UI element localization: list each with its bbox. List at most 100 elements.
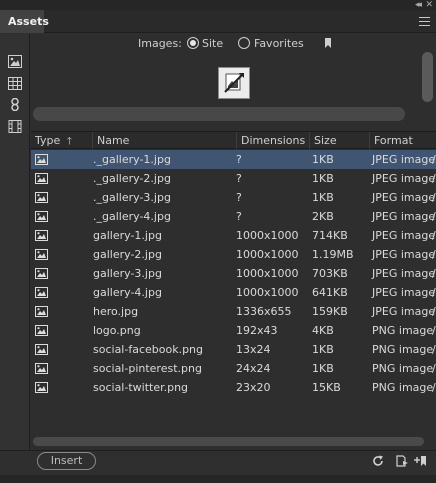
table-row[interactable]: social-pinterest.png 24x24 1KB PNG image / [31, 359, 436, 378]
colors-category-icon[interactable] [8, 77, 22, 90]
cell-path-overflow: / [432, 229, 436, 242]
cell-format: PNG image [372, 324, 434, 337]
cell-dimensions: ? [236, 172, 242, 185]
cell-format: JPEG image [372, 286, 436, 299]
table-row[interactable]: social-facebook.png 13x24 1KB PNG image / [31, 340, 436, 359]
cell-size: 4KB [312, 324, 334, 337]
cell-path-overflow: / [432, 362, 436, 375]
add-to-favorites-icon[interactable] [414, 455, 426, 467]
panel-menu-icon[interactable] [419, 17, 430, 26]
close-panel-icon[interactable]: ✕ [425, 0, 433, 10]
cell-size: 703KB [312, 267, 348, 280]
column-header-name[interactable]: Name [92, 132, 236, 149]
image-file-icon [35, 344, 48, 355]
cell-dimensions: 1000x1000 [236, 286, 299, 299]
cell-name: gallery-2.jpg [93, 248, 162, 261]
collapse-panel-icon[interactable]: ◂◂ [415, 0, 422, 10]
cell-dimensions: ? [236, 153, 242, 166]
cell-format: JPEG image [372, 210, 436, 223]
insert-button[interactable]: Insert [37, 452, 96, 470]
table-row[interactable]: ._gallery-3.jpg? 1KB JPEG image / [31, 188, 436, 207]
cell-name: ._gallery-1.jpg [93, 153, 171, 166]
column-header-type[interactable]: Type 🡑 [31, 132, 92, 149]
cell-name: ._gallery-2.jpg [93, 172, 171, 185]
cell-path-overflow: / [432, 286, 436, 299]
table-row[interactable]: logo.png 192x43 4KB PNG image / [31, 321, 436, 340]
cell-format: JPEG image [372, 267, 436, 280]
column-header-size[interactable]: Size [309, 132, 369, 149]
table-row[interactable]: social-twitter.png 23x20 15KB PNG image / [31, 378, 436, 397]
broken-image-icon [224, 73, 244, 93]
site-radio[interactable] [187, 37, 199, 49]
cell-dimensions: 1000x1000 [236, 267, 299, 280]
cell-path-overflow: / [432, 305, 436, 318]
cell-size: 1.19MB [312, 248, 354, 261]
preview-vertical-scrollbar[interactable] [422, 52, 433, 102]
table-row[interactable]: gallery-2.jpg 1000x1000 1.19MB JPEG image / [31, 245, 436, 264]
cell-dimensions: 1336x655 [236, 305, 292, 318]
cell-name: social-facebook.png [93, 343, 204, 356]
cell-dimensions: 23x20 [236, 381, 271, 394]
cell-dimensions: 192x43 [236, 324, 278, 337]
window-bottom-strip [0, 475, 436, 483]
cell-size: 714KB [312, 229, 348, 242]
image-file-icon [35, 268, 48, 279]
cell-dimensions: 13x24 [236, 343, 271, 356]
cell-dimensions: ? [236, 210, 242, 223]
table-row[interactable]: gallery-3.jpg 1000x1000 703KB JPEG image / [31, 264, 436, 283]
cell-path-overflow: / [432, 381, 436, 394]
table-row[interactable]: ._gallery-2.jpg? 1KB JPEG image / [31, 169, 436, 188]
image-file-icon [35, 249, 48, 260]
tab-assets[interactable]: Assets [0, 10, 49, 33]
table-row[interactable]: hero.jpg 1336x655 159KB JPEG image / [31, 302, 436, 321]
preview-horizontal-scrollbar[interactable] [33, 107, 405, 121]
refresh-icon[interactable] [372, 455, 384, 467]
cell-name: ._gallery-3.jpg [93, 191, 171, 204]
sort-ascending-icon: 🡑 [66, 136, 72, 147]
favorites-radio-label[interactable]: Favorites [254, 37, 304, 50]
column-header-format[interactable]: Format [369, 132, 436, 149]
cell-size: 1KB [312, 172, 334, 185]
cell-path-overflow: / [432, 210, 436, 223]
list-horizontal-scrollbar[interactable] [33, 437, 424, 446]
image-category-icon[interactable] [8, 55, 22, 68]
category-sidebar [0, 34, 30, 454]
cell-format: PNG image [372, 362, 434, 375]
favorites-radio[interactable] [238, 37, 250, 49]
image-file-icon [35, 211, 48, 222]
image-file-icon [35, 325, 48, 336]
cell-dimensions: 1000x1000 [236, 248, 299, 261]
media-category-icon[interactable] [8, 120, 22, 133]
cell-format: JPEG image [372, 305, 436, 318]
cell-name: hero.jpg [93, 305, 139, 318]
cell-path-overflow: / [432, 324, 436, 337]
image-file-icon [35, 287, 48, 298]
image-file-icon [35, 192, 48, 203]
panel-tab-bar: Assets [0, 10, 436, 33]
table-row[interactable]: gallery-1.jpg 1000x1000 714KB JPEG image / [31, 226, 436, 245]
links-category-icon[interactable] [8, 98, 22, 111]
image-file-icon [35, 306, 48, 317]
image-file-icon [35, 173, 48, 184]
cell-path-overflow: / [432, 153, 436, 166]
cell-size: 1KB [312, 191, 334, 204]
panel-top-strip: ◂◂ ✕ [0, 0, 436, 10]
cell-dimensions: 24x24 [236, 362, 271, 375]
column-header-dimensions[interactable]: Dimensions [236, 132, 309, 149]
cell-path-overflow: / [432, 267, 436, 280]
table-row[interactable]: gallery-4.jpg 1000x1000 641KB JPEG image / [31, 283, 436, 302]
cell-format: JPEG image [372, 191, 436, 204]
cell-format: JPEG image [372, 153, 436, 166]
cell-size: 2KB [312, 210, 334, 223]
asset-table-header: Type 🡑 Name Dimensions Size Format [31, 131, 436, 149]
image-file-icon [35, 363, 48, 374]
site-radio-label[interactable]: Site [202, 37, 223, 50]
cell-format: JPEG image [372, 248, 436, 261]
cell-dimensions: ? [236, 191, 242, 204]
cell-name: social-pinterest.png [93, 362, 202, 375]
table-row[interactable]: ._gallery-4.jpg? 2KB JPEG image / [31, 207, 436, 226]
table-row[interactable]: ._gallery-1.jpg? 1KB JPEG image / [31, 150, 436, 169]
cell-size: 159KB [312, 305, 348, 318]
cell-path-overflow: / [432, 248, 436, 261]
edit-asset-icon[interactable] [396, 455, 408, 467]
